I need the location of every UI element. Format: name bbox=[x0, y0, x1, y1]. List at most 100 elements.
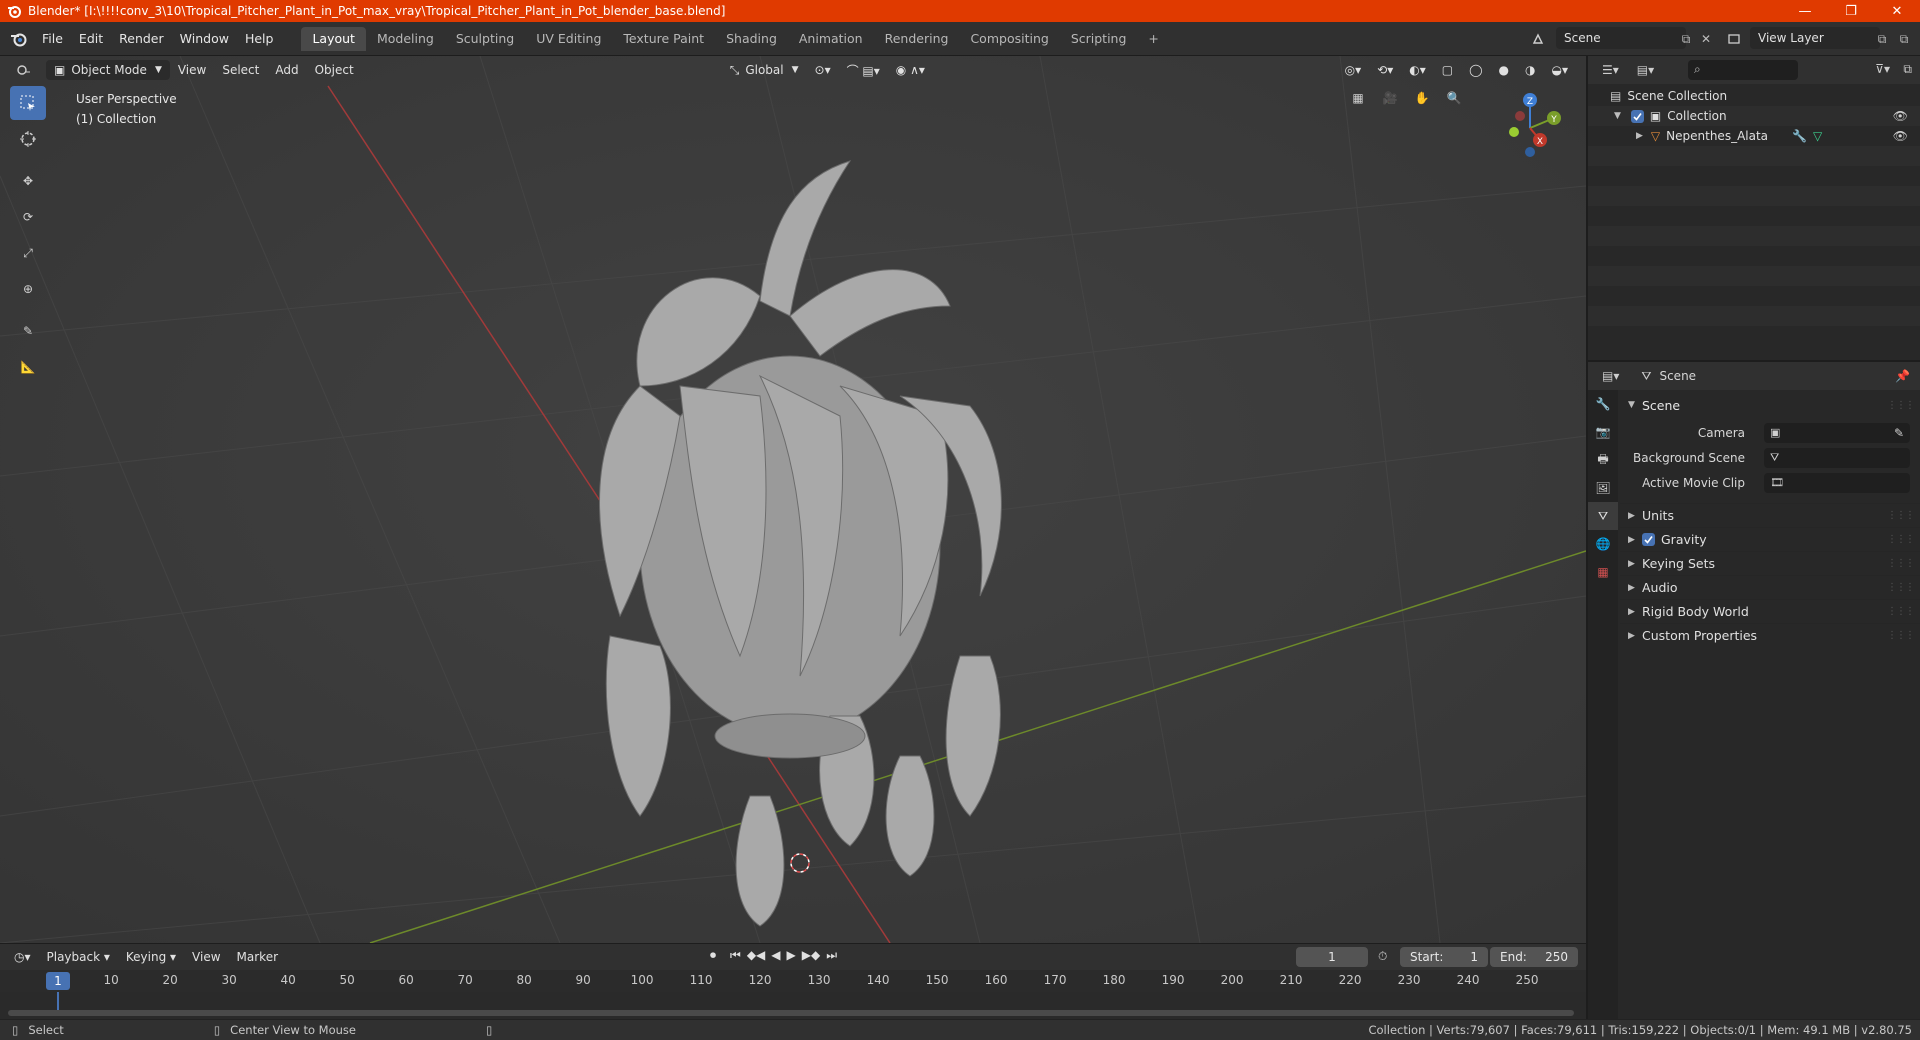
tab-uv-editing[interactable]: UV Editing bbox=[525, 27, 612, 51]
object-mode-dropdown[interactable]: ▣ Object Mode ▼ bbox=[46, 60, 170, 80]
timeline-track[interactable] bbox=[0, 992, 1586, 1020]
viewport-menu-select[interactable]: Select bbox=[214, 60, 267, 80]
outliner-row-collection[interactable]: ▼ ▣ Collection 👁 bbox=[1588, 106, 1920, 126]
viewport-menu-add[interactable]: Add bbox=[267, 60, 306, 80]
annotate-tool-icon[interactable]: ✎ bbox=[10, 314, 46, 348]
minimize-button[interactable]: — bbox=[1782, 0, 1828, 22]
tab-rendering[interactable]: Rendering bbox=[874, 27, 960, 51]
tab-scripting[interactable]: Scripting bbox=[1060, 27, 1138, 51]
panel-grip-icon[interactable]: ⋮⋮⋮ bbox=[1887, 630, 1915, 641]
render-tab-icon[interactable]: 📷 bbox=[1588, 418, 1618, 446]
background-scene-field[interactable]: ⛛ bbox=[1764, 447, 1910, 468]
snap-icon[interactable]: ⌒ ▤▾ bbox=[839, 60, 888, 80]
tab-sculpting[interactable]: Sculpting bbox=[445, 27, 525, 51]
move-tool-icon[interactable]: ✥ bbox=[10, 164, 46, 198]
blender-logo-icon[interactable] bbox=[4, 27, 34, 51]
gravity-checkbox[interactable] bbox=[1642, 533, 1655, 546]
scene-name-field[interactable]: Scene bbox=[1556, 27, 1686, 49]
maximize-button[interactable]: ❐ bbox=[1828, 0, 1874, 22]
panel-grip-icon[interactable]: ⋮⋮⋮ bbox=[1887, 400, 1915, 411]
rotate-tool-icon[interactable]: ⟳ bbox=[10, 200, 46, 234]
add-workspace-button[interactable]: + bbox=[1137, 27, 1169, 51]
cursor-tool-icon[interactable] bbox=[10, 122, 46, 156]
new-scene-icon[interactable]: ⧉ bbox=[1676, 29, 1696, 49]
tab-animation[interactable]: Animation bbox=[788, 27, 874, 51]
pivot-point-icon[interactable]: ⊙▾ bbox=[807, 60, 839, 80]
keying-sets-panel-header[interactable]: ▶ Keying Sets ⋮⋮⋮ bbox=[1620, 551, 1920, 575]
current-frame-marker[interactable]: 1 bbox=[46, 972, 70, 990]
wireframe-shading-icon[interactable]: ◯ bbox=[1461, 60, 1490, 80]
mesh-data-icon[interactable]: ▽ bbox=[1813, 129, 1822, 143]
panel-grip-icon[interactable]: ⋮⋮⋮ bbox=[1887, 558, 1915, 569]
view-layer-icon[interactable] bbox=[1724, 29, 1744, 49]
visibility-icon[interactable]: ◎▾ bbox=[1337, 60, 1370, 80]
scene-panel-header[interactable]: ▼ Scene ⋮⋮⋮ bbox=[1620, 394, 1920, 416]
tab-compositing[interactable]: Compositing bbox=[959, 27, 1059, 51]
editor-type-icon[interactable] bbox=[8, 60, 40, 80]
close-button[interactable]: ✕ bbox=[1874, 0, 1920, 22]
menu-render[interactable]: Render bbox=[111, 27, 172, 51]
delete-scene-icon[interactable]: ✕ bbox=[1696, 29, 1716, 49]
output-tab-icon[interactable]: 🖶 bbox=[1588, 446, 1618, 474]
solid-shading-icon[interactable]: ● bbox=[1491, 60, 1517, 80]
camera-view-icon[interactable]: 🎥 bbox=[1378, 86, 1402, 110]
material-shading-icon[interactable]: ◑ bbox=[1517, 60, 1543, 80]
outliner-row-object[interactable]: ▶ ▽ Nepenthes_Alata 🔧 ▽ 👁 bbox=[1588, 126, 1920, 146]
new-collection-icon[interactable]: ⧉ bbox=[1903, 62, 1912, 77]
play-reverse-icon[interactable]: ◀ bbox=[771, 948, 780, 963]
panel-grip-icon[interactable]: ⋮⋮⋮ bbox=[1887, 606, 1915, 617]
jump-end-icon[interactable]: ⏭ bbox=[826, 948, 837, 963]
view-layer-tab-icon[interactable]: 🖼 bbox=[1588, 474, 1618, 502]
pan-hand-icon[interactable]: ✋ bbox=[1410, 86, 1434, 110]
tab-modeling[interactable]: Modeling bbox=[366, 27, 445, 51]
pin-icon[interactable]: 📌 bbox=[1895, 369, 1910, 383]
rendered-shading-icon[interactable]: ◒▾ bbox=[1544, 60, 1577, 80]
next-keyframe-icon[interactable]: ▶◆ bbox=[802, 948, 820, 963]
panel-grip-icon[interactable]: ⋮⋮⋮ bbox=[1887, 582, 1915, 593]
audio-panel-header[interactable]: ▶ Audio ⋮⋮⋮ bbox=[1620, 575, 1920, 599]
jump-start-icon[interactable]: ⏮ bbox=[730, 948, 741, 963]
gizmo-toggle-icon[interactable]: ⟲▾ bbox=[1369, 60, 1401, 80]
stopwatch-icon[interactable]: ⏱ bbox=[1378, 949, 1387, 964]
new-view-layer-icon[interactable]: ⧉ bbox=[1872, 29, 1892, 49]
tab-layout[interactable]: Layout bbox=[301, 26, 366, 51]
tool-settings-tab-icon[interactable]: 🔧 bbox=[1588, 390, 1618, 418]
view-layer-field[interactable]: View Layer bbox=[1750, 27, 1880, 49]
units-panel-header[interactable]: ▶ Units ⋮⋮⋮ bbox=[1620, 503, 1920, 527]
menu-help[interactable]: Help bbox=[237, 27, 282, 51]
gravity-panel-header[interactable]: ▶ Gravity ⋮⋮⋮ bbox=[1620, 527, 1920, 551]
start-frame-field[interactable]: Start: 1 bbox=[1400, 947, 1488, 967]
record-icon[interactable]: ⏺ bbox=[710, 948, 716, 963]
camera-field[interactable]: ▣ ✎ bbox=[1764, 422, 1910, 443]
timeline-menu-marker[interactable]: Marker bbox=[229, 950, 286, 964]
expand-arrow-icon[interactable]: ▶ bbox=[1636, 131, 1643, 141]
current-frame-field[interactable]: 1 bbox=[1296, 947, 1368, 967]
properties-editor-type-icon[interactable]: ▤▾ bbox=[1602, 369, 1619, 383]
grid-view-icon[interactable]: ▦ bbox=[1346, 86, 1370, 110]
panel-grip-icon[interactable]: ⋮⋮⋮ bbox=[1887, 510, 1915, 521]
frame-ruler[interactable]: 1 10 20 30 40 50 60 70 80 90 100 110 120 130 140 150 160… bbox=[0, 970, 1586, 992]
eye-icon[interactable]: 👁 bbox=[1893, 129, 1908, 143]
proportional-editing-icon[interactable]: ◉ ∧▾ bbox=[888, 60, 933, 80]
select-box-tool-icon[interactable] bbox=[10, 86, 46, 120]
modifier-wrench-icon[interactable]: 🔧 bbox=[1792, 129, 1807, 143]
scale-tool-icon[interactable]: ⤢ bbox=[10, 236, 46, 270]
tab-shading[interactable]: Shading bbox=[715, 27, 788, 51]
timeline-scrollbar[interactable] bbox=[8, 1010, 1574, 1016]
display-mode-icon[interactable]: ▤▾ bbox=[1637, 63, 1654, 77]
end-frame-field[interactable]: End: 250 bbox=[1490, 947, 1578, 967]
viewport-menu-view[interactable]: View bbox=[170, 60, 214, 80]
transform-tool-icon[interactable]: ⊕ bbox=[10, 272, 46, 306]
timeline-menu-keying[interactable]: Keying ▾ bbox=[118, 950, 184, 964]
outliner-search-input[interactable]: ⌕ bbox=[1688, 60, 1798, 80]
menu-file[interactable]: File bbox=[34, 27, 71, 51]
delete-view-layer-icon[interactable]: ⧉ bbox=[1894, 29, 1914, 49]
prev-keyframe-icon[interactable]: ◆◀ bbox=[747, 948, 765, 963]
expand-arrow-icon[interactable]: ▼ bbox=[1614, 111, 1621, 121]
scene-selector-icon[interactable] bbox=[1528, 29, 1548, 49]
transform-orientation-dropdown[interactable]: ⤡ Global ▼ bbox=[722, 60, 807, 80]
measure-tool-icon[interactable]: 📐 bbox=[10, 350, 46, 384]
panel-grip-icon[interactable]: ⋮⋮⋮ bbox=[1887, 534, 1915, 545]
timeline-menu-playback[interactable]: Playback ▾ bbox=[39, 950, 118, 964]
menu-edit[interactable]: Edit bbox=[71, 27, 111, 51]
